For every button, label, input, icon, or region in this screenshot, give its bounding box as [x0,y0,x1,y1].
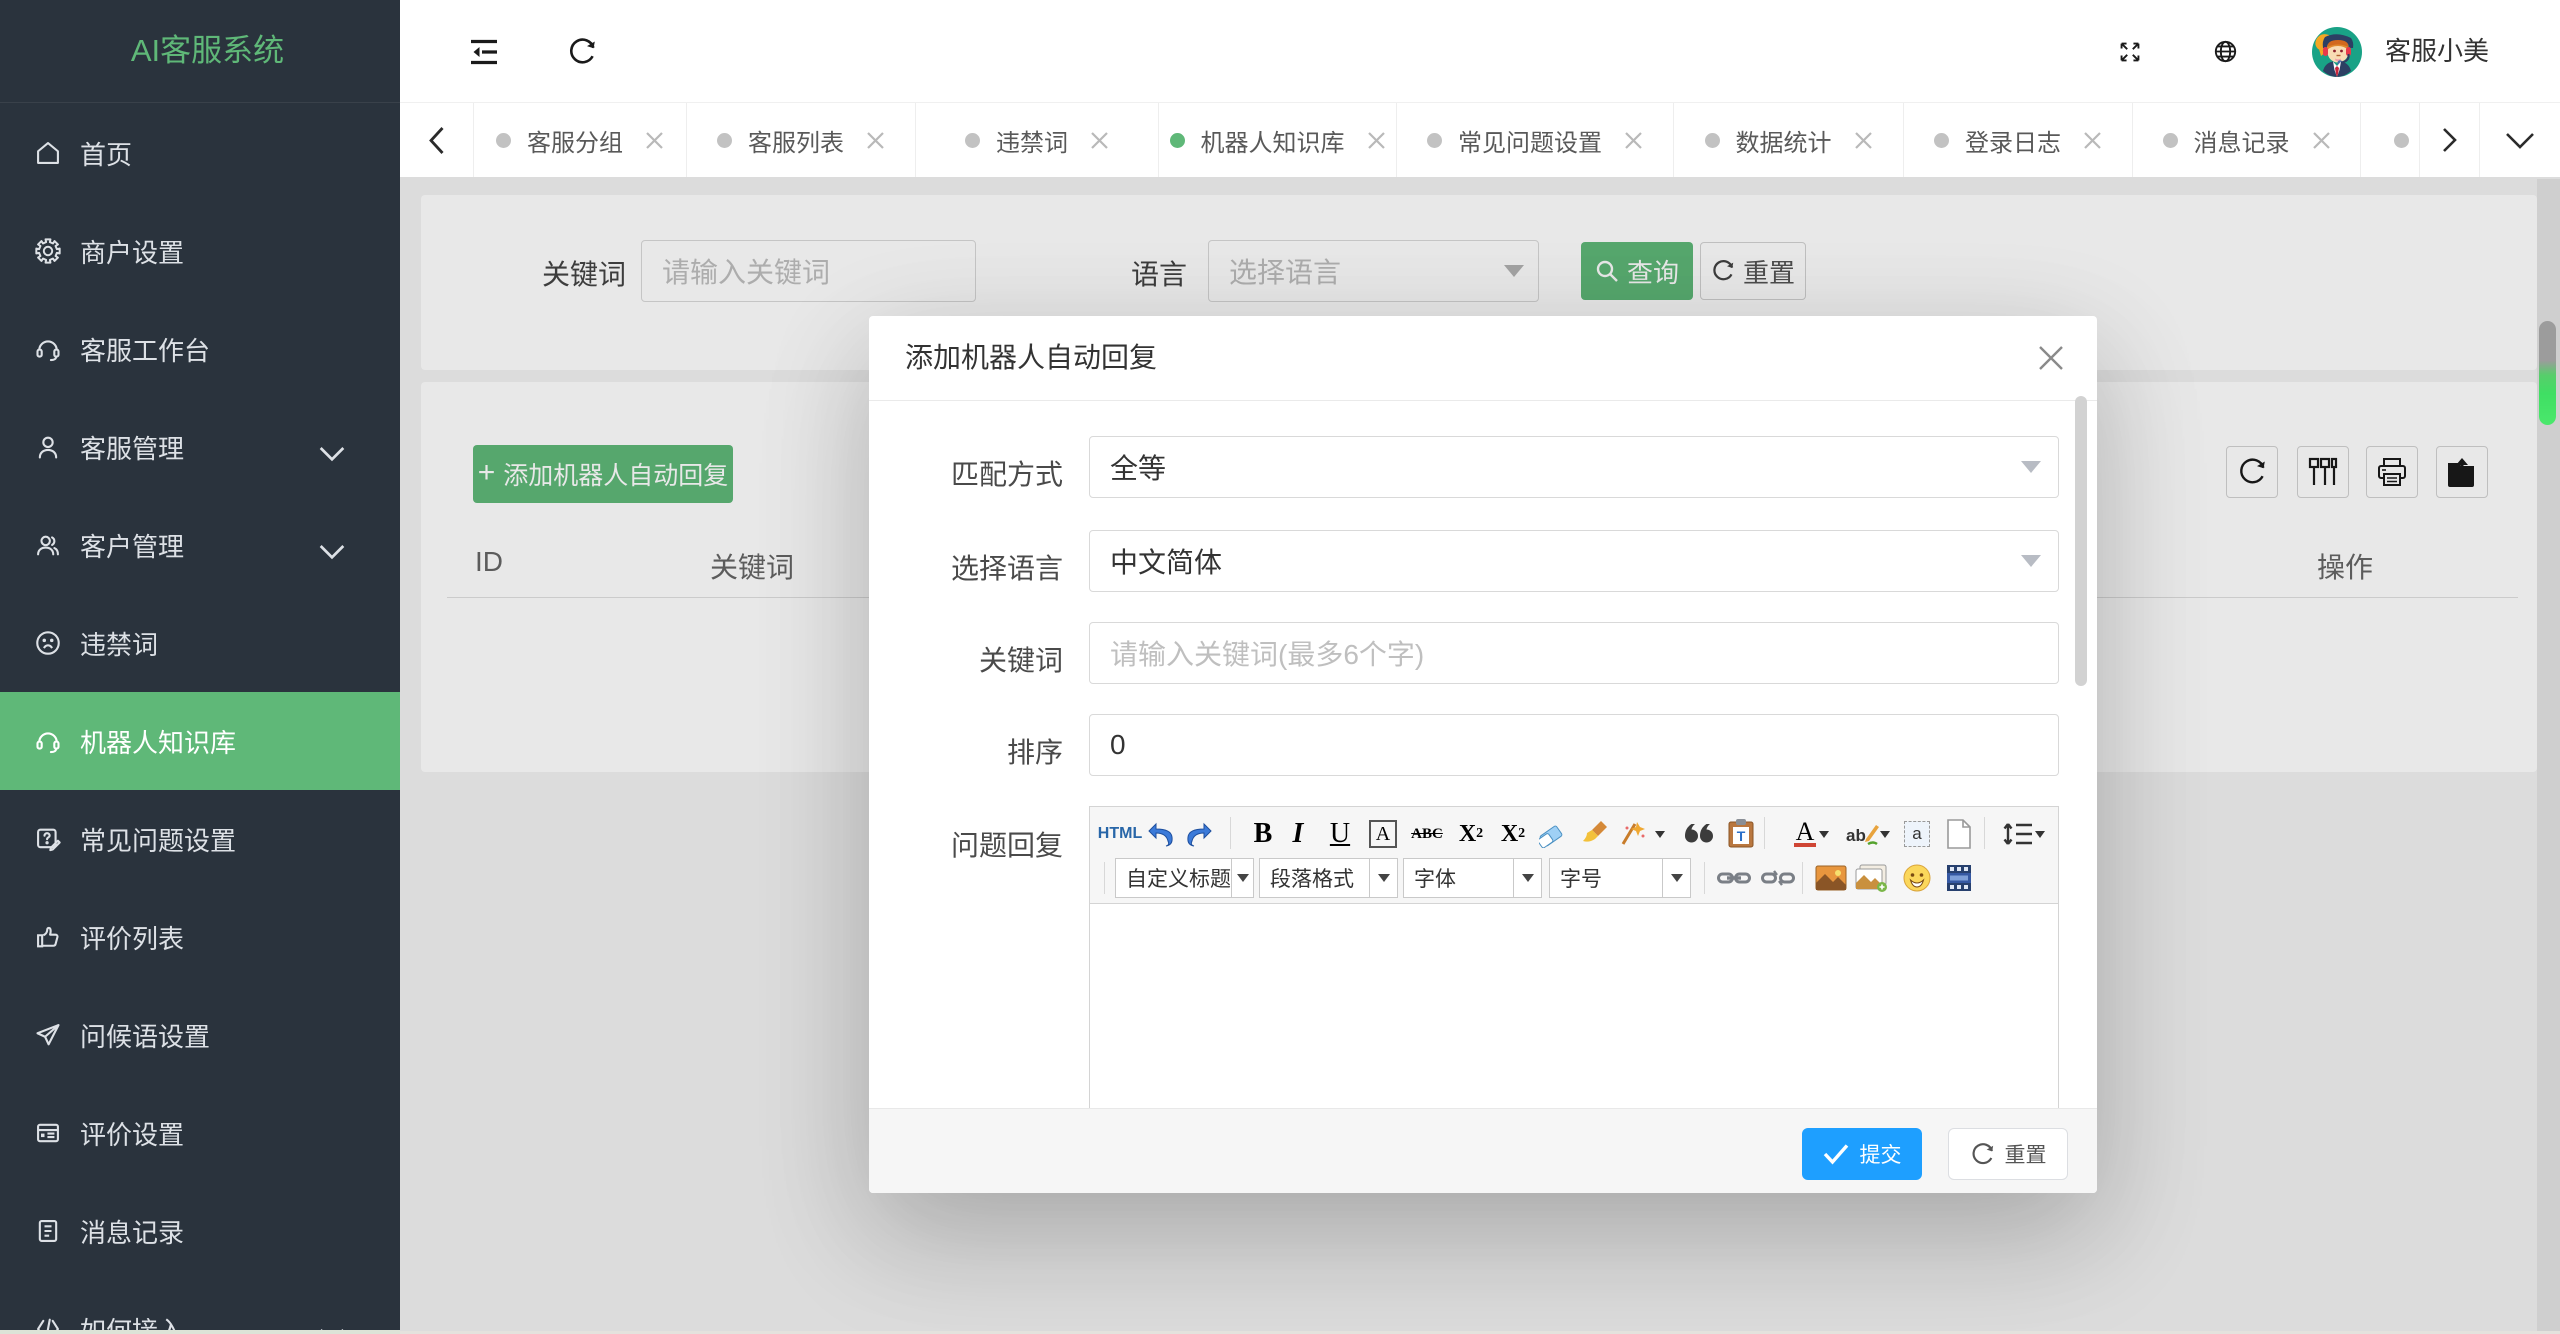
svg-text:ab: ab [1846,826,1866,845]
svg-text:T: T [1737,828,1746,844]
